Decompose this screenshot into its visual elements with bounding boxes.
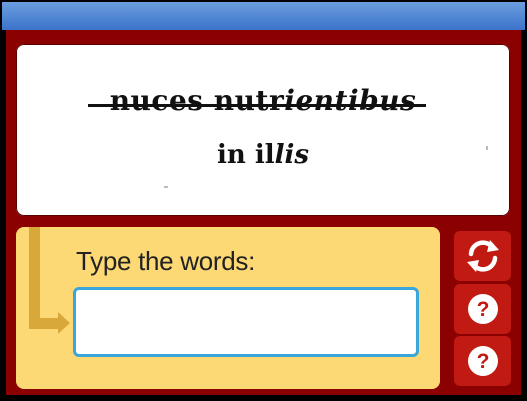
arrow-indicator-h — [29, 318, 59, 329]
help-icon: ? — [466, 344, 500, 378]
audio-help-button[interactable]: ? — [454, 284, 511, 334]
refresh-button[interactable] — [454, 231, 511, 281]
refresh-icon — [463, 236, 503, 276]
noise-speck — [164, 186, 168, 188]
arrow-head-icon — [58, 312, 70, 334]
help-button[interactable]: ? — [454, 336, 511, 386]
challenge-word-2: in illis — [16, 140, 510, 170]
help-icon: ? — [466, 292, 500, 326]
help-glyph: ? — [476, 298, 489, 321]
captcha-widget: nuces nutrientibus in illis Type the wor… — [0, 0, 527, 401]
challenge-text-1a: nuces nutr — [109, 84, 285, 117]
challenge-text-1b: ientibus — [284, 84, 417, 117]
challenge-text-2a: in il — [217, 140, 275, 170]
challenge-text-2b: lis — [274, 140, 309, 170]
arrow-indicator — [29, 227, 40, 319]
response-input[interactable] — [73, 287, 419, 357]
entry-prompt: Type the words: — [76, 246, 256, 276]
help-glyph: ? — [476, 350, 489, 373]
title-bar — [2, 2, 525, 30]
challenge-image: nuces nutrientibus in illis — [16, 44, 510, 216]
noise-speck — [486, 146, 488, 150]
strike-line — [88, 104, 426, 107]
challenge-word-1: nuces nutrientibus — [16, 84, 510, 117]
